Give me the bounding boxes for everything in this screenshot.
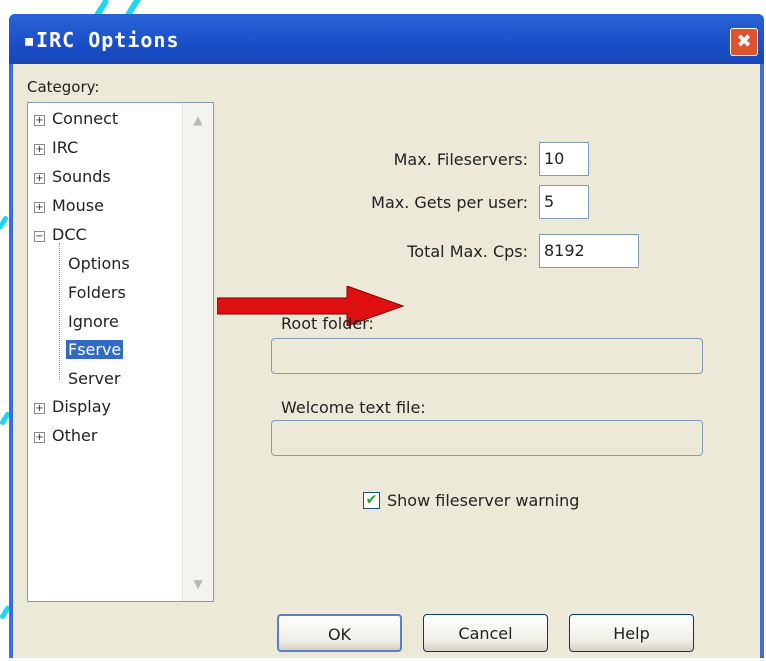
tree-item-fserve[interactable]: Fserve [66, 340, 124, 359]
expand-icon[interactable]: + [34, 144, 45, 155]
tree-item-ignore[interactable]: Ignore [68, 312, 119, 331]
scroll-up-icon[interactable]: ▲ [189, 111, 207, 129]
welcome-text-label: Welcome text file: [281, 398, 426, 417]
expand-icon[interactable]: + [34, 173, 45, 184]
window-title: ▪IRC Options [23, 28, 180, 52]
tree-item-folders[interactable]: Folders [68, 283, 126, 302]
expand-icon[interactable]: + [34, 403, 45, 414]
tree-item-label: Sounds [52, 167, 111, 186]
welcome-text-input[interactable] [271, 420, 703, 456]
tree-item-label: Connect [52, 109, 119, 128]
tree-scrollbar[interactable]: ▲ ▼ [182, 103, 213, 601]
root-folder-label: Root folder: [281, 314, 374, 333]
ok-button[interactable]: OK [277, 614, 402, 652]
tree-item-options[interactable]: Options [68, 254, 130, 273]
show-warning-checkbox[interactable]: ✔ [363, 492, 380, 509]
close-icon: ✖ [736, 31, 752, 52]
max-gets-label: Max. Gets per user: [371, 193, 528, 212]
tree-connector [59, 243, 60, 379]
help-button[interactable]: Help [569, 614, 694, 652]
tree-item-label: DCC [52, 225, 87, 244]
tree-item-label: IRC [52, 138, 79, 157]
show-warning-label[interactable]: Show fileserver warning [387, 491, 579, 510]
total-cps-label: Total Max. Cps: [407, 242, 528, 261]
category-tree[interactable]: + Connect + IRC + Sounds + Mouse − DCC O… [27, 102, 214, 602]
tree-item-server[interactable]: Server [68, 369, 120, 388]
expand-icon[interactable]: + [34, 115, 45, 126]
tree-item-label: Display [52, 397, 111, 416]
collapse-icon[interactable]: − [34, 231, 45, 242]
decorative-mark [0, 215, 9, 230]
max-fileservers-input[interactable]: 10 [539, 142, 589, 176]
title-bar[interactable]: ▪IRC Options ✖ [9, 14, 764, 64]
scroll-down-icon[interactable]: ▼ [189, 575, 207, 593]
tree-item-label: Mouse [52, 196, 104, 215]
tree-item-label: Other [52, 426, 98, 445]
max-gets-input[interactable]: 5 [539, 185, 589, 219]
irc-options-window: ▪IRC Options ✖ Category: + Connect + IRC… [9, 14, 764, 658]
total-cps-input[interactable]: 8192 [539, 234, 639, 268]
expand-icon[interactable]: + [34, 202, 45, 213]
category-label: Category: [27, 78, 100, 96]
expand-icon[interactable]: + [34, 432, 45, 443]
root-folder-input[interactable] [271, 338, 703, 374]
cancel-button[interactable]: Cancel [423, 614, 548, 652]
close-button[interactable]: ✖ [730, 28, 758, 56]
max-fileservers-label: Max. Fileservers: [393, 150, 528, 169]
dialog-client: Category: + Connect + IRC + Sounds + Mou… [13, 64, 760, 658]
